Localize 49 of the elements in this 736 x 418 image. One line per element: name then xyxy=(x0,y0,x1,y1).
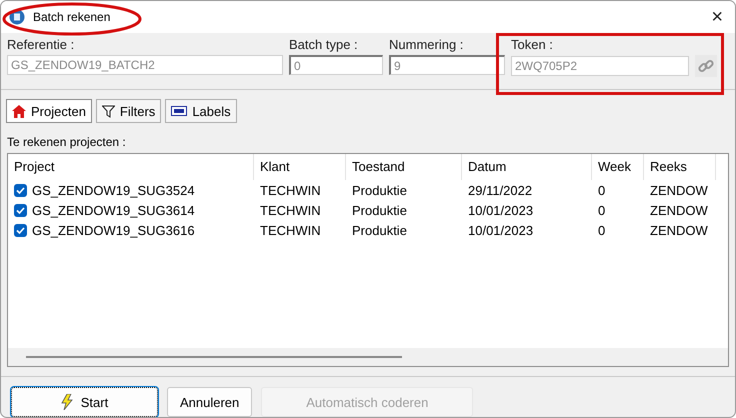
label-icon xyxy=(171,106,188,116)
table-cell: GS_ZENDOW19_SUG3524 xyxy=(32,182,195,198)
column-header[interactable]: Week xyxy=(592,154,644,180)
table-cell: TECHWIN xyxy=(260,182,321,198)
tab[interactable]: Projecten xyxy=(6,99,92,123)
table-cell: ZENDOW xyxy=(650,222,708,238)
filter-icon xyxy=(102,104,115,118)
scrollbar-thumb[interactable] xyxy=(26,356,402,358)
column-header[interactable]: Klant xyxy=(254,154,346,180)
table-cell: GS_ZENDOW19_SUG3614 xyxy=(32,202,195,218)
house-icon xyxy=(12,104,26,118)
field-label: Nummering : xyxy=(389,37,464,52)
table-cell: GS_ZENDOW19_SUG3616 xyxy=(32,222,195,238)
table-cell: Produktie xyxy=(352,222,407,238)
action-button[interactable]: Annuleren xyxy=(167,387,252,417)
field-label: Batch type : xyxy=(289,37,359,52)
token-field[interactable]: 2WQ705P2 xyxy=(511,56,689,76)
table-cell: Produktie xyxy=(352,202,407,218)
table-cell: 0 xyxy=(598,202,606,218)
field-label: Token : xyxy=(511,37,554,52)
table-cell: 0 xyxy=(598,222,606,238)
table-cell: TECHWIN xyxy=(260,202,321,218)
table-cell: 29/11/2022 xyxy=(468,182,532,198)
table-cell: 10/01/2023 xyxy=(468,202,534,218)
tab[interactable]: Labels xyxy=(165,99,237,123)
start-button[interactable]: Start xyxy=(11,387,158,417)
column-header[interactable]: Datum xyxy=(462,154,592,180)
close-button[interactable]: × xyxy=(707,7,727,27)
column-header[interactable]: Toestand xyxy=(346,154,462,180)
tab[interactable]: Filters xyxy=(96,99,162,123)
checkbox[interactable] xyxy=(14,204,27,216)
checkbox[interactable] xyxy=(14,184,27,196)
table-cell: TECHWIN xyxy=(260,222,321,238)
table-cell: 10/01/2023 xyxy=(468,222,534,238)
table-cell: Produktie xyxy=(352,182,407,198)
text-field[interactable]: GS_ZENDOW19_BATCH2 xyxy=(7,55,283,75)
app-icon xyxy=(9,9,25,25)
lightning-icon xyxy=(60,394,73,410)
column-header[interactable]: Project xyxy=(8,154,254,180)
section-label: Te rekenen projecten : xyxy=(6,134,127,151)
table-cell: ZENDOW xyxy=(650,182,708,198)
table-cell: ZENDOW xyxy=(650,202,708,218)
column-header[interactable]: Reeks xyxy=(644,154,716,180)
checkbox[interactable] xyxy=(14,224,27,236)
field-label: Referentie : xyxy=(7,37,76,52)
text-field[interactable]: 0 xyxy=(289,55,383,75)
text-field[interactable]: 9 xyxy=(389,55,505,75)
window-title: Batch rekenen xyxy=(33,10,112,24)
table-cell: 0 xyxy=(598,182,606,198)
